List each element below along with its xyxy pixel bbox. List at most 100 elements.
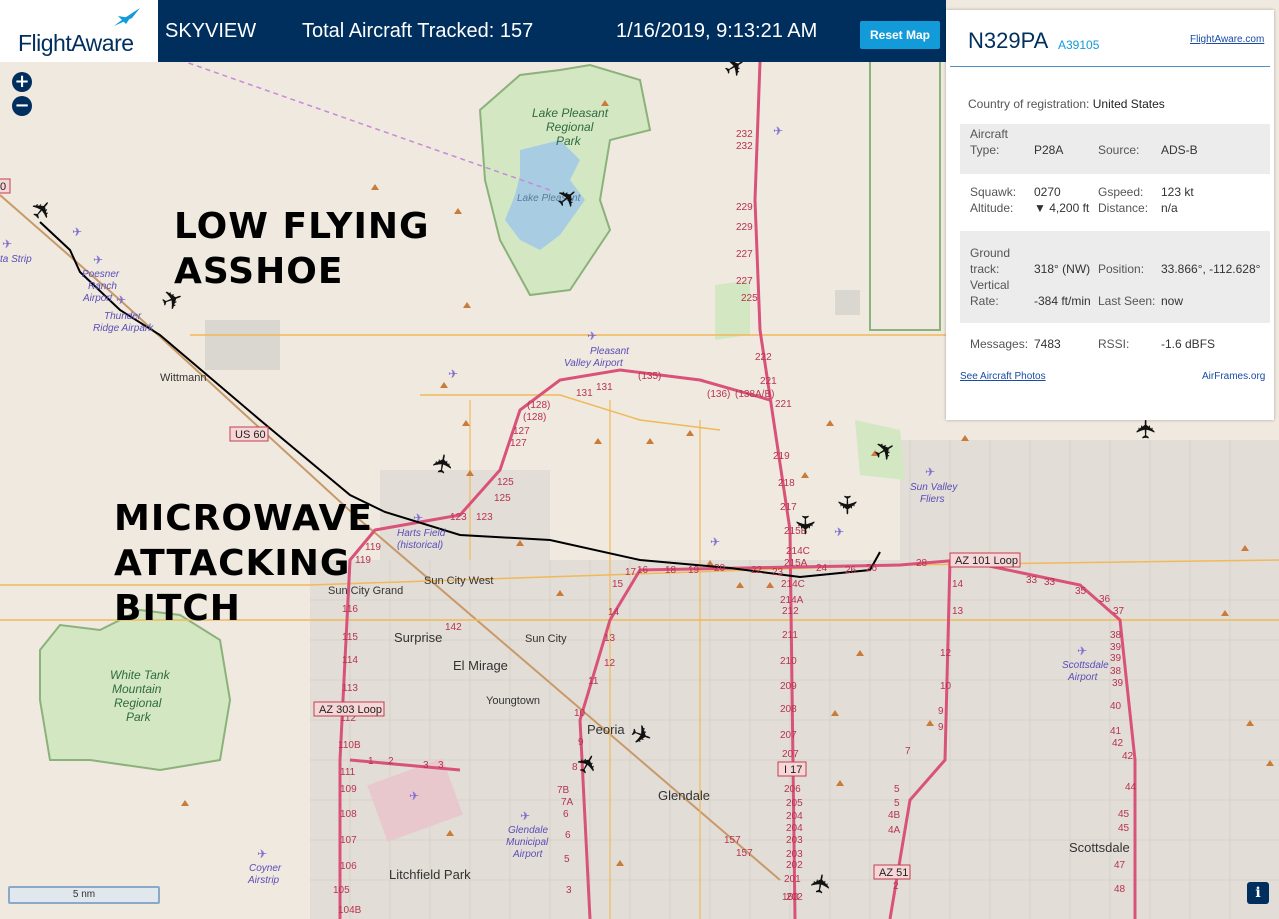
svg-text:39: 39 [1112, 678, 1124, 689]
svg-text:109: 109 [340, 784, 357, 795]
svg-text:208: 208 [780, 704, 797, 715]
messages-label: Messages: [970, 337, 1029, 351]
aircraft-detail-panel: N329PA A39105 FlightAware.com Country of… [946, 10, 1274, 420]
source-value: ADS-B [1161, 143, 1198, 157]
airframes-link[interactable]: AirFrames.org [1202, 371, 1265, 382]
svg-text:33: 33 [1044, 577, 1056, 588]
top-bar: FlightAware SKYVIEW Total Aircraft Track… [0, 0, 946, 62]
label-litchfield: Litchfield Park [389, 867, 471, 882]
svg-text:20: 20 [714, 563, 726, 574]
source-label: Source: [1098, 143, 1140, 157]
label-glendale: Glendale [658, 788, 710, 803]
row-type: Aircraft Type: P28A Source: ADS-B [960, 124, 1270, 174]
hex-code-link[interactable]: A39105 [1058, 38, 1099, 52]
label-136: (136) [707, 389, 730, 400]
svg-text:232: 232 [736, 141, 753, 152]
svg-text:157: 157 [724, 835, 741, 846]
svg-text:40: 40 [1110, 701, 1122, 712]
svg-text:22: 22 [751, 565, 763, 576]
aircraft-icon[interactable]: ✈ [789, 514, 819, 536]
annotation-line: MICROWAVE [114, 498, 373, 539]
distance-label: Distance: [1098, 201, 1149, 215]
annotation-low-flying: LOW FLYING ASSHOE [174, 204, 430, 294]
svg-text:13: 13 [952, 606, 964, 617]
label-lake-3: Park [556, 134, 582, 148]
type-label-1: Aircraft [970, 127, 1009, 141]
svg-text:7: 7 [905, 746, 911, 757]
zoom-out-button[interactable]: − [12, 96, 32, 116]
svg-text:45: 45 [1118, 809, 1130, 820]
svg-text:225: 225 [741, 293, 758, 304]
scale-bar: 5 nm [8, 886, 160, 904]
svg-text:33: 33 [1026, 575, 1038, 586]
svg-text:215A: 215A [784, 558, 808, 569]
svg-text:214C: 214C [786, 546, 810, 557]
svg-text:107: 107 [340, 835, 357, 846]
svg-text:203: 203 [786, 835, 803, 846]
svg-text:203: 203 [786, 849, 803, 860]
svg-text:✈: ✈ [93, 253, 103, 267]
svg-text:18: 18 [665, 565, 677, 576]
position-value: 33.866°, -112.628° [1161, 262, 1261, 276]
flightaware-link[interactable]: FlightAware.com [1190, 34, 1264, 45]
svg-text:42: 42 [1112, 738, 1124, 749]
country-label: Country of registration: [968, 97, 1090, 111]
zoom-in-button[interactable]: + [12, 72, 32, 92]
svg-text:210: 210 [780, 656, 797, 667]
label-ga-2: Municipal [506, 837, 549, 848]
svg-text:157: 157 [736, 848, 753, 859]
annotation-line: BITCH [114, 588, 241, 629]
svg-text:✈: ✈ [834, 525, 844, 539]
svg-text:48: 48 [1114, 884, 1126, 895]
squawk-label: Squawk: [970, 185, 1017, 199]
label-sv-1: Sun Valley [910, 482, 958, 493]
aircraft-icon[interactable]: ✈ [831, 494, 861, 516]
aircraft-photos-link[interactable]: See Aircraft Photos [960, 371, 1046, 382]
svg-text:207: 207 [782, 749, 799, 760]
label-sun-city: Sun City [525, 633, 567, 645]
svg-text:28: 28 [916, 558, 928, 569]
vrate-label-2: Rate: [970, 294, 999, 308]
svg-text:123: 123 [450, 512, 467, 523]
svg-text:✈: ✈ [2, 237, 12, 251]
rssi-label: RSSI: [1098, 337, 1130, 351]
svg-text:16: 16 [637, 565, 649, 576]
label-wt-4: Park [126, 710, 152, 724]
svg-text:5: 5 [894, 798, 900, 809]
svg-text:✈: ✈ [257, 847, 267, 861]
reset-map-button[interactable]: Reset Map [860, 21, 940, 49]
svg-text:104B: 104B [338, 905, 362, 916]
flightaware-logo[interactable]: FlightAware [0, 0, 158, 62]
datetime: 1/16/2019, 9:13:21 AM [616, 20, 818, 42]
gspeed-label: Gspeed: [1098, 185, 1144, 199]
svg-text:14: 14 [608, 607, 620, 618]
shield-i17: I 17 [784, 764, 802, 776]
label-harts-2: (historical) [397, 540, 443, 551]
svg-text:5: 5 [894, 784, 900, 795]
annotation-line: LOW FLYING [174, 206, 430, 247]
svg-text:36: 36 [1099, 594, 1111, 605]
svg-text:206: 206 [784, 784, 801, 795]
svg-text:160: 160 [782, 892, 799, 903]
svg-text:42: 42 [1122, 751, 1134, 762]
label-wt-2: Mountain [112, 682, 162, 696]
svg-text:221: 221 [775, 399, 792, 410]
lastseen-value: now [1161, 294, 1184, 308]
label-coyner-2: Airstrip [247, 875, 280, 886]
svg-text:9: 9 [938, 706, 944, 717]
shield-edge: 0 [0, 181, 6, 193]
vrate-value: -384 ft/min [1034, 294, 1091, 308]
svg-text:207: 207 [780, 730, 797, 741]
country-value: United States [1092, 97, 1165, 111]
label-sa-2: Airport [1067, 672, 1099, 683]
svg-text:✈: ✈ [710, 535, 720, 549]
svg-text:12: 12 [940, 648, 952, 659]
label-coyner-1: Coyner [249, 863, 282, 874]
svg-text:6: 6 [565, 830, 571, 841]
svg-text:19: 19 [688, 565, 700, 576]
info-icon[interactable]: i [1247, 882, 1269, 904]
annotation-line: ATTACKING [114, 543, 351, 584]
label-ga-3: Airport [512, 849, 544, 860]
aircraft-icon[interactable]: ✈ [1132, 418, 1162, 440]
label-lake-2: Regional [546, 120, 594, 134]
